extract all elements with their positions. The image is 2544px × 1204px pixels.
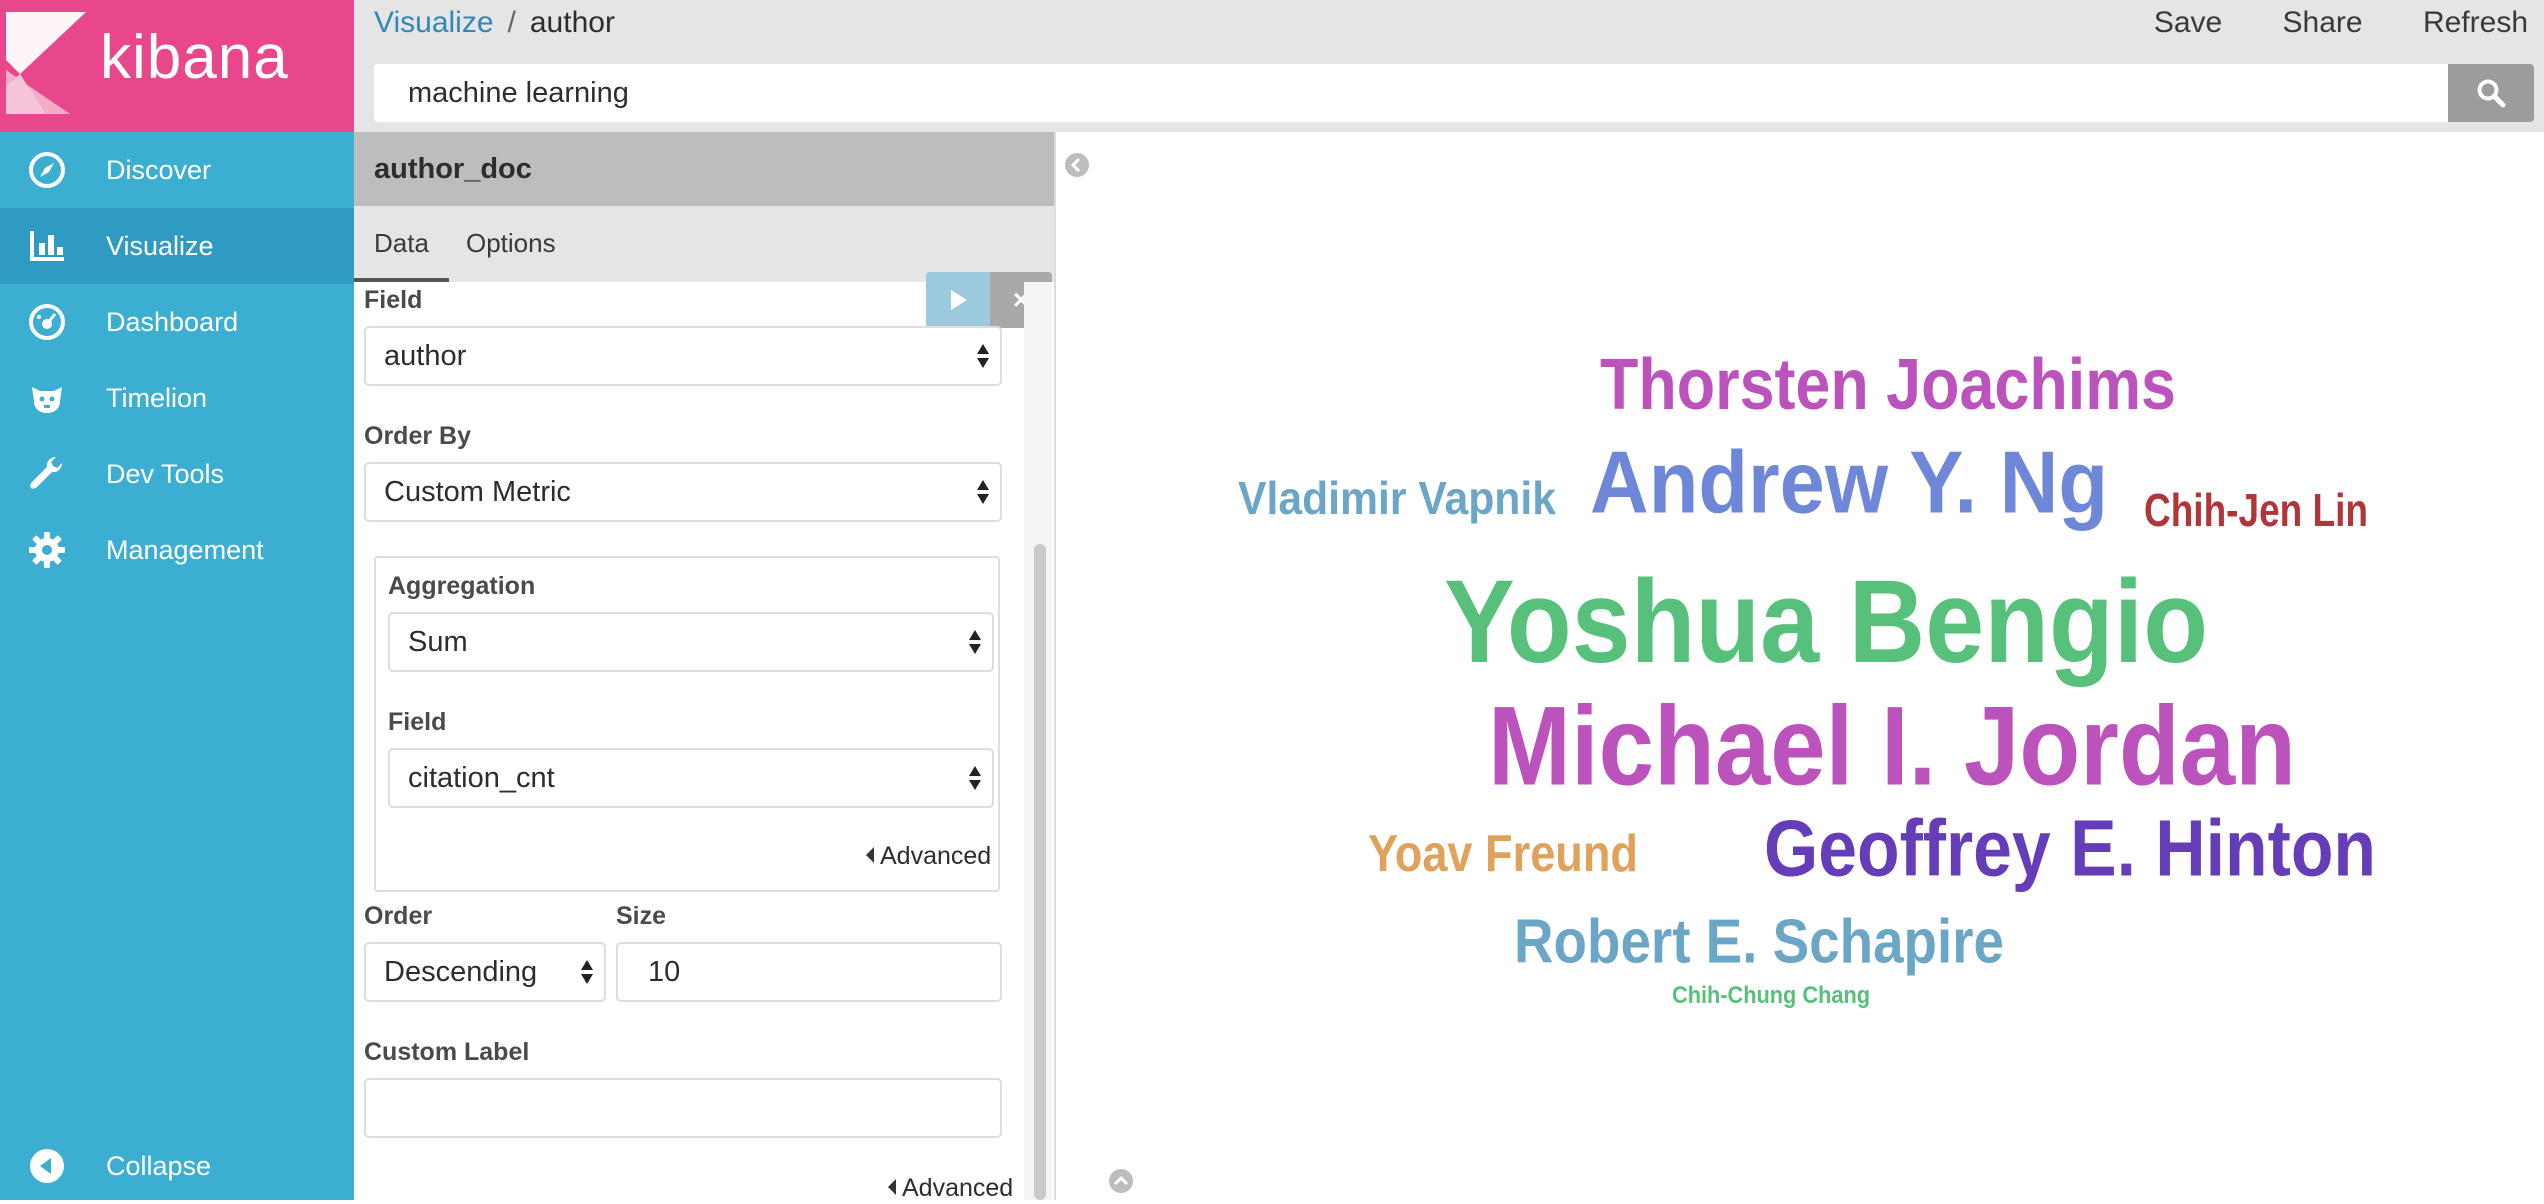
nav-label-timelion: Timelion [106,382,208,413]
field-select[interactable]: author [364,326,1002,386]
tag-cloud-chart: Yoshua Bengio Michael I. Jordan Andrew Y. … [1056,132,2544,1200]
tag-cloud-word[interactable]: Chih-Chung Chang [1672,983,1870,1008]
timelion-icon [32,387,62,413]
tag-cloud-word[interactable]: Geoffrey E. Hinton [1764,808,2376,888]
nav-label-dev-tools: Dev Tools [106,458,225,489]
play-icon [951,290,967,310]
kibana-logo-icon [6,12,86,114]
order-label: Order [364,902,433,930]
order-select[interactable]: Descending [364,942,606,1002]
nav-label-visualize: Visualize [106,230,214,261]
order-select-value: Descending [384,956,538,988]
caret-left-icon [866,847,874,864]
tag-cloud-word[interactable]: Yoav Freund [1368,827,1638,880]
kibana-logo[interactable]: kibana [0,0,354,132]
custom-label-input[interactable] [364,1078,1002,1138]
save-button[interactable]: Save [2154,6,2222,39]
aggregation-select[interactable]: Sum [388,612,994,672]
nav-label-discover: Discover [106,154,212,185]
select-arrows-icon [581,960,593,984]
tag-cloud-word[interactable]: Andrew Y. Ng [1590,438,2108,526]
nav-item-dashboard[interactable]: Dashboard [0,284,354,360]
bucket-advanced-label: Advanced [902,1174,1014,1200]
tag-cloud-word[interactable]: Thorsten Joachims [1600,349,2176,422]
share-button[interactable]: Share [2283,6,2363,39]
collapse-label: Collapse [106,1150,212,1181]
breadcrumb-separator: / [507,6,516,39]
top-actions: Save Share Refresh [2102,6,2528,40]
index-pattern-title: author_doc [354,132,1054,206]
search-button[interactable] [2448,64,2534,122]
breadcrumb: Visualize / author [374,6,615,40]
nav-item-visualize[interactable]: Visualize [0,208,354,284]
order-by-label: Order By [364,422,471,450]
aggregation-select-value: Sum [408,626,468,658]
tag-cloud-word[interactable]: Robert E. Schapire [1514,910,2004,972]
breadcrumb-visualize-link[interactable]: Visualize [374,6,494,39]
tag-cloud-word[interactable]: Michael I. Jordan [1488,690,2296,802]
collapse-nav-button[interactable]: Collapse [0,1128,354,1204]
nav-label-management: Management [106,534,264,565]
field-label: Field [364,286,423,314]
nav-label-dashboard: Dashboard [106,306,239,337]
collapse-editor-icon[interactable] [1064,152,1090,178]
logo-wordmark: kibana [100,23,289,92]
nav-item-management[interactable]: Management [0,512,354,588]
agg-field-select-value: citation_cnt [408,762,555,794]
aggregation-label: Aggregation [388,572,536,600]
bar-chart-icon [30,231,64,261]
size-label: Size [616,902,667,930]
field-select-value: author [384,340,467,372]
vis-editor-sidebar: author_doc Data Options × Field author O… [354,132,1054,1200]
tab-data[interactable]: Data [354,206,449,282]
order-by-select-value: Custom Metric [384,476,571,508]
chevron-up-icon[interactable] [1108,1168,1134,1194]
metric-advanced-toggle[interactable]: Advanced [866,842,991,871]
select-arrows-icon [969,630,981,654]
bucket-advanced-toggle[interactable]: Advanced [888,1174,1013,1200]
editor-tabs: Data Options [354,206,1054,282]
search-input[interactable]: machine learning [374,64,2448,122]
nav-item-dev-tools[interactable]: Dev Tools [0,436,354,512]
select-arrows-icon [977,344,989,368]
compass-icon [29,152,65,188]
caret-left-icon [888,1179,896,1196]
agg-field-select[interactable]: citation_cnt [388,748,994,808]
order-by-select[interactable]: Custom Metric [364,462,1002,522]
apply-changes-button[interactable] [926,272,990,328]
gear-icon [29,532,65,568]
tag-cloud-word[interactable]: Vladimir Vapnik [1238,476,1556,522]
tag-cloud-word[interactable]: Yoshua Bengio [1444,563,2208,682]
size-input[interactable]: 10 [616,942,1002,1002]
top-bar: Visualize / author Save Share Refresh mach… [354,0,2544,132]
tag-cloud-word[interactable]: Chih-Jen Lin [2144,488,2368,534]
breadcrumb-current: author [529,6,615,39]
nav-item-timelion[interactable]: Timelion [0,360,354,436]
nav-item-discover[interactable]: Discover [0,132,354,208]
agg-field-label: Field [388,708,447,736]
refresh-button[interactable]: Refresh [2423,6,2528,39]
select-arrows-icon [977,480,989,504]
search-icon [2477,79,2506,108]
tab-options[interactable]: Options [446,206,576,282]
side-nav: kibana Discover Visualize Dashboard Time… [0,0,354,1200]
wrench-icon [30,457,62,489]
editor-scrollbar[interactable] [1034,544,1046,1200]
custom-label-label: Custom Label [364,1038,530,1066]
collapse-arrow-icon [30,1149,64,1183]
select-arrows-icon [969,766,981,790]
metric-advanced-label: Advanced [880,842,992,870]
dashboard-icon [29,304,65,340]
